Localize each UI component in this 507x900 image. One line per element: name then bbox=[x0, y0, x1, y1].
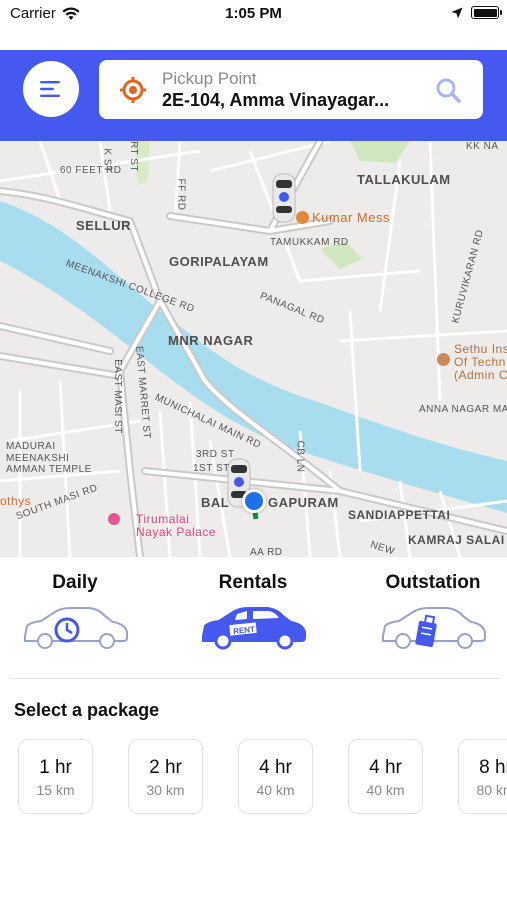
map-label: othys bbox=[0, 494, 32, 508]
package-card[interactable]: 1 hr 15 km bbox=[18, 739, 93, 814]
map-label: KAMRAJ SALAI bbox=[408, 533, 505, 547]
map-label: GAPURAM bbox=[268, 495, 339, 510]
map-label: GORIPALAYAM bbox=[169, 254, 269, 269]
map-label: K ST bbox=[101, 148, 113, 173]
map-label: MEENAKSHI bbox=[6, 453, 70, 464]
package-hours: 4 hr bbox=[259, 757, 292, 778]
map-label: KK NA bbox=[466, 141, 499, 152]
battery-icon bbox=[471, 6, 502, 19]
location-arrow-icon bbox=[451, 7, 463, 18]
map-label: AMMAN TEMPLE bbox=[6, 464, 92, 475]
car-luggage-icon bbox=[382, 607, 486, 649]
map-label: TAMUKKAM RD bbox=[270, 237, 349, 248]
ride-option-rentals[interactable]: Rentals RENT bbox=[178, 557, 328, 667]
target-location-icon bbox=[120, 77, 146, 103]
pickup-address: 2E-104, Amma Vinayagar... bbox=[162, 90, 390, 110]
ride-option-label: Daily bbox=[52, 572, 98, 593]
map-label: ANNA NAGAR MAI bbox=[419, 404, 507, 415]
ride-option-label: Outstation bbox=[385, 572, 481, 593]
restaurant-poi-icon bbox=[296, 211, 309, 224]
car-rent-icon: RENT bbox=[202, 607, 306, 650]
map-label: MADURAI bbox=[6, 441, 56, 452]
package-distance: 80 km bbox=[476, 782, 507, 798]
map-label: EAST MASI ST bbox=[111, 359, 123, 434]
map-label: Sethu Ins bbox=[454, 342, 507, 356]
map-label: CB LN bbox=[294, 440, 306, 473]
package-card[interactable]: 8 hr 80 km bbox=[458, 739, 507, 814]
map-label: SANDIAPPETTAI bbox=[348, 508, 451, 522]
map-label: SELLUR bbox=[76, 218, 131, 233]
map-label: 1ST ST bbox=[193, 463, 230, 474]
map-label: TALLAKULAM bbox=[357, 172, 451, 187]
school-poi-icon bbox=[437, 353, 450, 366]
current-location-marker bbox=[242, 489, 266, 513]
map-label: (Admin C bbox=[454, 368, 507, 382]
ride-option-outstation[interactable]: Outstation bbox=[358, 557, 507, 667]
map-view[interactable]: KK NA 60 FEET RD RT ST K ST FF RD TALLAK… bbox=[0, 141, 507, 557]
map-label: Of Techn bbox=[454, 355, 506, 369]
package-card[interactable]: 4 hr 40 km bbox=[348, 739, 423, 814]
header-bar: Pickup Point 2E-104, Amma Vinayagar... bbox=[0, 50, 507, 141]
package-hours: 4 hr bbox=[369, 757, 402, 778]
map-label: Nayak Palace bbox=[136, 525, 217, 539]
status-bar: Carrier 1:05 PM bbox=[0, 0, 507, 50]
package-hours: 2 hr bbox=[149, 757, 182, 778]
package-distance: 40 km bbox=[256, 782, 295, 798]
map-label: BAL bbox=[201, 495, 230, 510]
car-clock-icon bbox=[24, 607, 128, 649]
status-time: 1:05 PM bbox=[225, 5, 282, 22]
nearby-car-icon bbox=[272, 173, 296, 223]
map-label: Kumar Mess bbox=[312, 210, 390, 225]
map-label: FF RD bbox=[175, 178, 187, 211]
map-label: AA RD bbox=[250, 547, 283, 557]
pickup-point-field[interactable]: Pickup Point 2E-104, Amma Vinayagar... bbox=[99, 60, 483, 119]
map-label: MNR NAGAR bbox=[168, 333, 254, 348]
pickup-label: Pickup Point bbox=[162, 69, 257, 88]
ride-option-daily[interactable]: Daily bbox=[0, 557, 150, 667]
package-distance: 15 km bbox=[36, 782, 75, 798]
section-divider bbox=[10, 678, 500, 679]
package-list[interactable]: 1 hr 15 km 2 hr 30 km 4 hr 40 km 4 hr 40… bbox=[18, 739, 507, 815]
package-card[interactable]: 2 hr 30 km bbox=[128, 739, 203, 814]
map-label: Tirumalai bbox=[136, 512, 190, 526]
search-icon[interactable] bbox=[435, 77, 461, 103]
map-label: 3RD ST bbox=[196, 449, 235, 460]
package-distance: 30 km bbox=[146, 782, 185, 798]
ride-option-label: Rentals bbox=[218, 572, 288, 593]
package-distance: 40 km bbox=[366, 782, 405, 798]
ride-type-selector: Daily Rentals RENT Outstation bbox=[0, 557, 507, 680]
map-label: RT ST bbox=[128, 141, 140, 173]
package-hours: 1 hr bbox=[39, 757, 72, 778]
package-card[interactable]: 4 hr 40 km bbox=[238, 739, 313, 814]
menu-icon bbox=[40, 81, 60, 97]
package-section-title: Select a package bbox=[14, 700, 160, 720]
menu-button[interactable] bbox=[23, 61, 79, 117]
package-hours: 8 hr bbox=[479, 757, 507, 778]
